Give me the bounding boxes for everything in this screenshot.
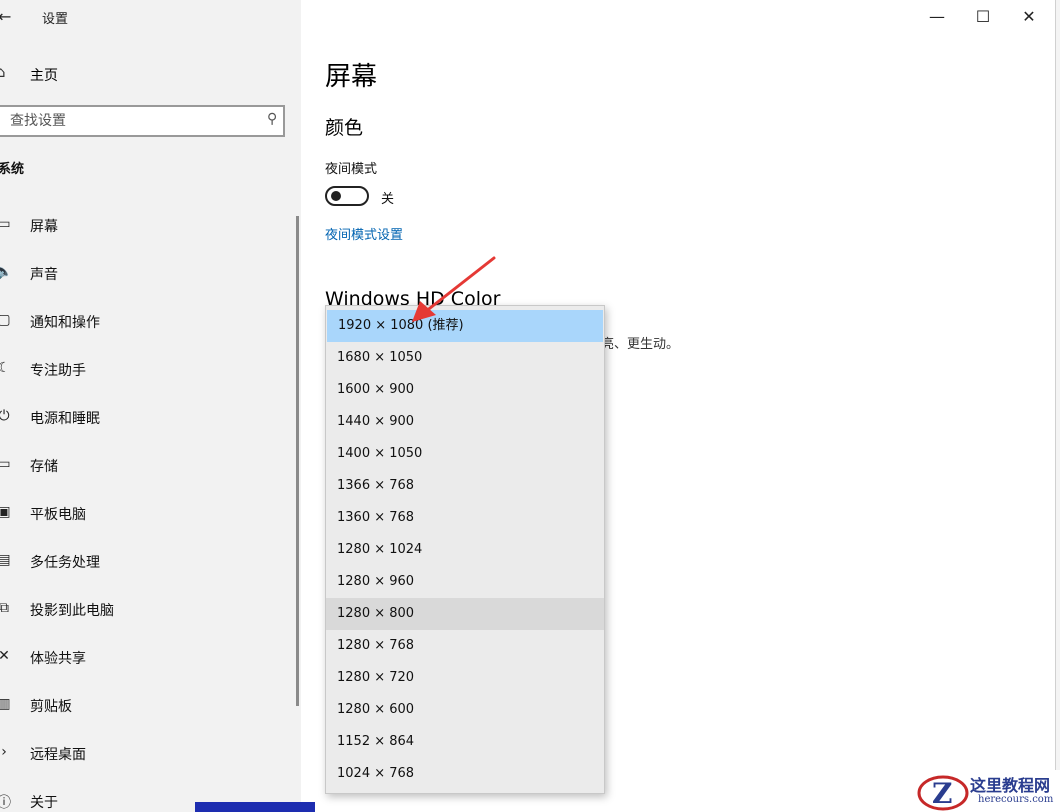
sidebar-item-storage[interactable]: ▭ 存储 — [0, 448, 296, 496]
multitask-icon: ▤ — [0, 552, 11, 568]
sidebar-item-label: 存储 — [30, 459, 58, 475]
resolution-option[interactable]: 1440 × 900 — [326, 406, 604, 438]
monitor-icon: ▭ — [0, 216, 11, 232]
search-box[interactable]: ⚲ — [0, 105, 285, 137]
background-text-fragment — [195, 802, 315, 812]
sidebar-item-label: 远程桌面 — [30, 747, 86, 763]
watermark-url: herecours.com — [978, 794, 1054, 805]
sidebar-scrollbar[interactable] — [296, 216, 299, 706]
tablet-icon: ▣ — [0, 504, 11, 520]
section-label: 系统 — [0, 162, 25, 177]
resolution-option[interactable]: 1280 × 720 — [326, 662, 604, 694]
sidebar-item-label: 投影到此电脑 — [30, 603, 114, 619]
sidebar-item-label: 通知和操作 — [30, 315, 100, 331]
sidebar-item-multitasking[interactable]: ▤ 多任务处理 — [0, 544, 296, 592]
power-icon: ⏻ — [0, 408, 10, 424]
project-icon: ⧉ — [0, 600, 9, 616]
sidebar-item-label: 平板电脑 — [30, 507, 86, 523]
info-icon: ⓘ — [0, 795, 11, 811]
notification-icon: ▢ — [0, 312, 11, 328]
sidebar-item-label: 电源和睡眠 — [30, 411, 100, 427]
sidebar-item-label: 屏幕 — [30, 219, 58, 235]
maximize-icon: ☐ — [975, 7, 991, 26]
sidebar-item-power[interactable]: ⏻ 电源和睡眠 — [0, 400, 296, 448]
watermark-logo-icon: Z — [917, 775, 969, 811]
close-button[interactable]: ✕ — [1009, 4, 1049, 30]
resolution-option[interactable]: 1920 × 1080 (推荐) — [327, 310, 603, 342]
storage-icon: ▭ — [0, 456, 11, 472]
clipboard-icon: ▥ — [0, 696, 11, 712]
share-icon: ✕ — [0, 648, 10, 664]
sidebar-item-home[interactable]: ⌂ 主页 — [0, 60, 280, 88]
app-title: 设置 — [42, 12, 69, 27]
resolution-option[interactable]: 1280 × 800 — [326, 598, 604, 630]
hd-color-description: 亮、更生动。 — [601, 337, 680, 352]
resolution-option[interactable]: 1024 × 768 — [326, 758, 604, 790]
resolution-option[interactable]: 1400 × 1050 — [326, 438, 604, 470]
resolution-option[interactable]: 1280 × 600 — [326, 694, 604, 726]
back-button[interactable]: ← — [0, 4, 26, 30]
moon-icon: ☾ — [0, 360, 11, 376]
color-heading: 颜色 — [325, 117, 364, 139]
sidebar-item-display[interactable]: ▭ 屏幕 — [0, 208, 296, 256]
sidebar-nav: ▭ 屏幕 🔈 声音 ▢ 通知和操作 ☾ 专注助手 ⏻ 电源和睡眠 ▭ 存储 ▣ … — [0, 208, 296, 812]
resolution-option[interactable]: 1360 × 768 — [326, 502, 604, 534]
background-window-edge — [1055, 0, 1060, 812]
sidebar-item-label: 剪贴板 — [30, 699, 72, 715]
resolution-option[interactable]: 1280 × 1024 — [326, 534, 604, 566]
watermark-title: 这里教程网 — [970, 776, 1051, 795]
home-icon: ⌂ — [0, 63, 6, 81]
sidebar: ← 设置 ⌂ 主页 ⚲ 系统 ▭ 屏幕 🔈 声音 ▢ 通知和操作 ☾ 专注助手 … — [0, 0, 301, 812]
sidebar-item-projecting[interactable]: ⧉ 投影到此电脑 — [0, 592, 296, 640]
sidebar-item-shared-experiences[interactable]: ✕ 体验共享 — [0, 640, 296, 688]
sidebar-item-label: 多任务处理 — [30, 555, 100, 571]
night-mode-toggle[interactable] — [325, 186, 369, 206]
arrow-left-icon: ← — [0, 7, 12, 26]
resolution-option[interactable]: 1152 × 864 — [326, 726, 604, 758]
minimize-icon: — — [929, 7, 945, 26]
sidebar-item-label: 关于 — [30, 795, 58, 811]
sidebar-item-focus-assist[interactable]: ☾ 专注助手 — [0, 352, 296, 400]
night-mode-state: 关 — [381, 192, 395, 207]
resolution-option[interactable]: 1280 × 960 — [326, 566, 604, 598]
svg-text:Z: Z — [932, 777, 952, 810]
sidebar-item-notifications[interactable]: ▢ 通知和操作 — [0, 304, 296, 352]
resolution-option[interactable]: 1680 × 1050 — [326, 342, 604, 374]
minimize-button[interactable]: — — [917, 4, 957, 30]
night-mode-label: 夜间模式 — [325, 162, 378, 177]
sidebar-item-label: 主页 — [30, 68, 58, 84]
speaker-icon: 🔈 — [0, 264, 13, 280]
watermark: Z 这里教程网 herecours.com — [912, 770, 1060, 812]
close-icon: ✕ — [1022, 7, 1036, 26]
resolution-option[interactable]: 1280 × 768 — [326, 630, 604, 662]
sidebar-item-label: 声音 — [30, 267, 58, 283]
sidebar-item-clipboard[interactable]: ▥ 剪贴板 — [0, 688, 296, 736]
maximize-button[interactable]: ☐ — [963, 4, 1003, 30]
toggle-knob — [331, 191, 341, 201]
sidebar-item-label: 专注助手 — [30, 363, 86, 379]
sidebar-item-remote-desktop[interactable]: › 远程桌面 — [0, 736, 296, 784]
sidebar-item-sound[interactable]: 🔈 声音 — [0, 256, 296, 304]
resolution-dropdown-list[interactable]: 1920 × 1080 (推荐) 1680 × 1050 1600 × 900 … — [325, 305, 605, 794]
resolution-option[interactable]: 1600 × 900 — [326, 374, 604, 406]
sidebar-item-label: 体验共享 — [30, 651, 86, 667]
search-icon[interactable]: ⚲ — [267, 111, 277, 127]
remote-desktop-icon: › — [1, 744, 7, 760]
sidebar-item-tablet[interactable]: ▣ 平板电脑 — [0, 496, 296, 544]
night-mode-settings-link[interactable]: 夜间模式设置 — [325, 224, 403, 243]
search-input[interactable] — [8, 110, 248, 132]
resolution-option[interactable]: 1366 × 768 — [326, 470, 604, 502]
page-title: 屏幕 — [325, 62, 378, 92]
